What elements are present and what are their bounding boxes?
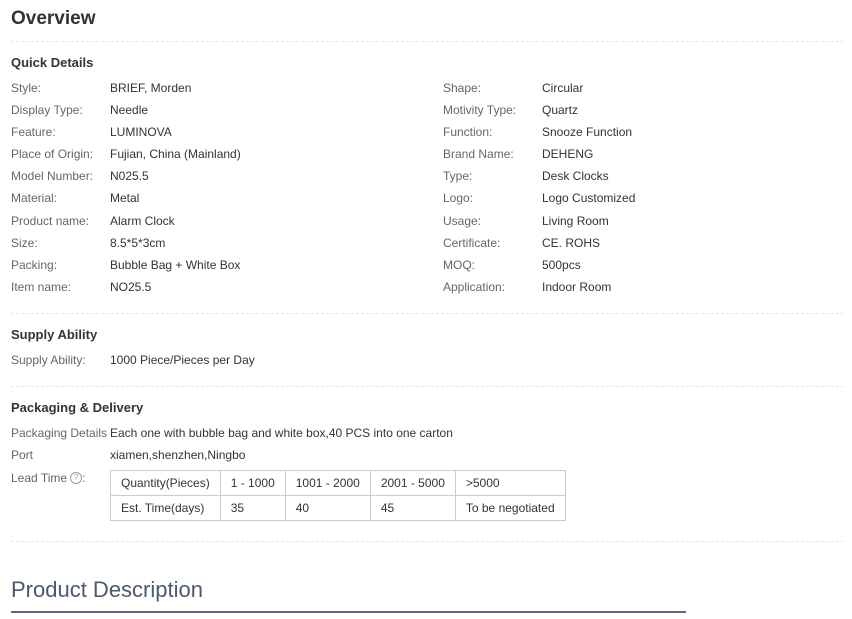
detail-value: Living Room	[542, 214, 609, 228]
divider	[11, 313, 844, 314]
detail-value: Logo Customized	[542, 191, 636, 205]
detail-label: Application:	[443, 280, 506, 294]
packaging-details-label: Packaging Details	[11, 426, 108, 440]
detail-value: 500pcs	[542, 258, 581, 272]
packaging-delivery-heading: Packaging & Delivery	[11, 400, 144, 415]
detail-label: Shape:	[443, 81, 482, 95]
detail-label: Usage:	[443, 214, 482, 228]
detail-value: BRIEF, Morden	[110, 81, 192, 95]
detail-value: Desk Clocks	[542, 169, 609, 183]
table-cell: 1 - 1000	[219, 470, 286, 496]
table-cell: 1001 - 2000	[284, 470, 371, 496]
table-cell: 45	[369, 495, 456, 521]
detail-value: Alarm Clock	[110, 214, 175, 228]
detail-label: Model Number:	[11, 169, 94, 183]
table-cell: To be negotiated	[454, 495, 566, 521]
detail-value: CE. ROHS	[542, 236, 601, 250]
detail-label: Function:	[443, 125, 493, 139]
table-row: Quantity(Pieces) 1 - 1000 1001 - 2000 20…	[110, 470, 566, 496]
detail-label: Display Type:	[11, 103, 83, 117]
lead-time-colon: :	[82, 471, 86, 485]
lead-time-label-group: Lead Time?:	[11, 470, 85, 486]
detail-label: Motivity Type:	[443, 103, 517, 117]
table-cell: 2001 - 5000	[369, 470, 456, 496]
divider	[11, 541, 844, 542]
detail-value: Bubble Bag + White Box	[110, 258, 241, 272]
help-question-icon[interactable]: ?	[70, 471, 83, 484]
overview-heading: Overview	[11, 8, 96, 29]
lead-time-table: Quantity(Pieces) 1 - 1000 1001 - 2000 20…	[110, 470, 566, 521]
detail-label: Style:	[11, 81, 42, 95]
detail-value: LUMINOVA	[110, 125, 172, 139]
detail-value: N025.5	[110, 169, 149, 183]
detail-value: Snooze Function	[542, 125, 633, 139]
detail-value: Needle	[110, 103, 149, 117]
supply-ability-value: 1000 Piece/Pieces per Day	[110, 353, 255, 367]
port-value: xiamen,shenzhen,Ningbo	[110, 448, 246, 462]
port-label: Port	[11, 448, 34, 462]
detail-label: Feature:	[11, 125, 56, 139]
detail-value: 8.5*5*3cm	[110, 236, 166, 250]
detail-value: Metal	[110, 191, 140, 205]
table-row: Est. Time(days) 35 40 45 To be negotiate…	[110, 495, 566, 521]
detail-value: DEHENG	[542, 147, 594, 161]
detail-label: Type:	[443, 169, 473, 183]
table-cell: Quantity(Pieces)	[110, 470, 221, 496]
detail-label: MOQ:	[443, 258, 475, 272]
supply-ability-heading: Supply Ability	[11, 327, 98, 342]
table-cell: Est. Time(days)	[110, 495, 221, 521]
detail-value: Quartz	[542, 103, 579, 117]
packaging-details-value: Each one with bubble bag and white box,4…	[110, 426, 453, 440]
detail-label: Packing:	[11, 258, 58, 272]
product-description-heading: Product Description	[11, 577, 203, 602]
lead-time-label: Lead Time	[11, 471, 68, 485]
detail-label: Size:	[11, 236, 38, 250]
detail-label: Brand Name:	[443, 147, 514, 161]
detail-label: Logo:	[443, 191, 474, 205]
divider	[11, 41, 844, 42]
divider	[11, 386, 844, 387]
detail-label: Product name:	[11, 214, 90, 228]
quick-details-heading: Quick Details	[11, 55, 94, 70]
detail-label: Item name:	[11, 280, 72, 294]
detail-label: Place of Origin:	[11, 147, 94, 161]
table-cell: >5000	[454, 470, 566, 496]
supply-ability-label: Supply Ability:	[11, 353, 86, 367]
heading-underline	[11, 611, 686, 613]
detail-label: Certificate:	[443, 236, 501, 250]
detail-label: Material:	[11, 191, 58, 205]
table-cell: 35	[219, 495, 286, 521]
detail-value: Circular	[542, 81, 584, 95]
table-cell: 40	[284, 495, 371, 521]
detail-value: Fujian, China (Mainland)	[110, 147, 241, 161]
detail-value: Indoor Room	[542, 280, 612, 294]
detail-value: NO25.5	[110, 280, 152, 294]
